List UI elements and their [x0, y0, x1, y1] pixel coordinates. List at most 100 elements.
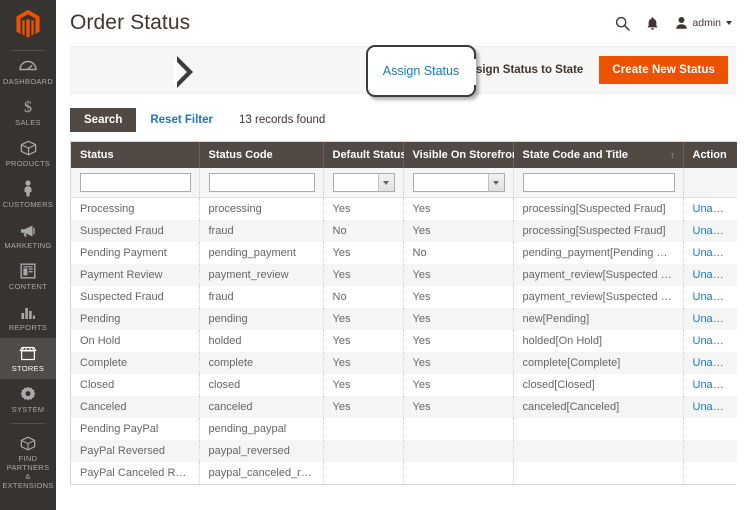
- unassign-link[interactable]: Unassign: [693, 247, 738, 259]
- filter-select-visible-on-storefront[interactable]: [413, 173, 505, 192]
- grid-cell-action: Unassign: [683, 264, 737, 286]
- grid-cell-status: Suspected Fraud: [71, 220, 199, 242]
- unassign-link[interactable]: Unassign: [693, 313, 738, 325]
- grid-header-row: StatusStatus CodeDefault StatusVisible O…: [71, 142, 737, 168]
- user-icon: [675, 16, 688, 30]
- reset-filter-link[interactable]: Reset Filter: [150, 114, 213, 126]
- grid-cell-status-code: pending_payment: [199, 242, 323, 264]
- unassign-link[interactable]: Unassign: [693, 225, 738, 237]
- page-title: Order Status: [70, 11, 190, 35]
- unassign-link[interactable]: Unassign: [693, 379, 738, 391]
- grid-cell-state-code-and-title: [513, 418, 683, 440]
- grid-column-header[interactable]: Status: [71, 142, 199, 168]
- grid-column-header[interactable]: Action: [683, 142, 737, 168]
- bell-icon[interactable]: [646, 16, 659, 31]
- page-header: Order Status admin: [56, 0, 750, 46]
- grid-cell-state-code-and-title: [513, 462, 683, 484]
- main-content: Order Status admin Assign Status Assig: [56, 0, 750, 510]
- sidebar-item-stores[interactable]: STORES: [0, 338, 56, 379]
- grid-column-header[interactable]: State Code and Title↑: [513, 142, 683, 168]
- bar-chart-icon: [20, 303, 36, 320]
- sidebar-item-label: REPORTS: [9, 323, 47, 332]
- grid-cell-visible-on-storefront: No: [403, 242, 513, 264]
- box-icon: [20, 139, 37, 156]
- grid-filter-row: [71, 168, 737, 198]
- admin-menu[interactable]: admin: [675, 16, 732, 30]
- grid-cell-action: Unassign: [683, 286, 737, 308]
- grid-column-label: Visible On Storefront: [413, 149, 523, 161]
- grid-cell-action: Unassign: [683, 330, 737, 352]
- grid-cell-status: Complete: [71, 352, 199, 374]
- grid-filter-cell-action: [683, 168, 737, 198]
- gear-icon: [20, 385, 36, 402]
- grid-cell-state-code-and-title: processing[Suspected Fraud]: [513, 220, 683, 242]
- grid-cell-state-code-and-title: complete[Complete]: [513, 352, 683, 374]
- grid-filter-cell-state-code-and-title: [513, 168, 683, 198]
- magento-logo[interactable]: [0, 0, 56, 44]
- unassign-link[interactable]: Unassign: [693, 203, 738, 215]
- grid-cell-action: [683, 418, 737, 440]
- grid-column-header[interactable]: Visible On Storefront: [403, 142, 513, 168]
- unassign-link[interactable]: Unassign: [693, 335, 738, 347]
- caret-glyph: [493, 181, 499, 185]
- table-row: Pending PayPalpending_paypal: [71, 418, 737, 440]
- grid-cell-default-status: Yes: [323, 242, 403, 264]
- sidebar-item-system[interactable]: SYSTEM: [0, 379, 56, 420]
- grid-cell-default-status: Yes: [323, 352, 403, 374]
- chevron-down-icon[interactable]: [488, 174, 504, 191]
- filter-input-state-code-and-title[interactable]: [523, 173, 675, 192]
- store-icon: [19, 344, 37, 361]
- grid-cell-status: PayPal Reversed: [71, 440, 199, 462]
- grid-cell-action: Unassign: [683, 352, 737, 374]
- unassign-link[interactable]: Unassign: [693, 269, 738, 281]
- grid-cell-visible-on-storefront: [403, 462, 513, 484]
- megaphone-icon: [19, 221, 37, 238]
- grid-column-header[interactable]: Default Status: [323, 142, 403, 168]
- create-new-status-button[interactable]: Create New Status: [599, 56, 728, 84]
- grid-cell-action: Unassign: [683, 374, 737, 396]
- grid-cell-default-status: No: [323, 220, 403, 242]
- filter-input-status-code[interactable]: [209, 173, 315, 192]
- grid-cell-state-code-and-title: payment_review[Suspected Fraud]: [513, 264, 683, 286]
- search-button[interactable]: Search: [70, 108, 136, 132]
- sidebar-item-content[interactable]: CONTENT: [0, 256, 56, 297]
- assign-status-to-state-link[interactable]: Assign Status to State: [461, 64, 583, 76]
- assign-status-callout[interactable]: Assign Status: [366, 45, 476, 97]
- grid-cell-default-status: No: [323, 286, 403, 308]
- grid-cell-default-status: [323, 418, 403, 440]
- sidebar-item-marketing[interactable]: MARKETING: [0, 215, 56, 256]
- filter-input-status[interactable]: [80, 173, 191, 192]
- grid-cell-state-code-and-title: pending_payment[Pending Payment]: [513, 242, 683, 264]
- grid-cell-status-code: holded: [199, 330, 323, 352]
- callout-edge-mask: [472, 59, 476, 85]
- filter-select-default-status[interactable]: [333, 173, 395, 192]
- grid-cell-visible-on-storefront: Yes: [403, 198, 513, 221]
- admin-label: admin: [692, 17, 721, 29]
- grid-cell-state-code-and-title: processing[Suspected Fraud]: [513, 198, 683, 221]
- sidebar-item-reports[interactable]: REPORTS: [0, 297, 56, 338]
- grid-filter-cell-visible-on-storefront: [403, 168, 513, 198]
- sidebar-item-label: DASHBOARD: [3, 77, 53, 86]
- grid-column-header[interactable]: Status Code: [199, 142, 323, 168]
- grid-cell-action: Unassign: [683, 220, 737, 242]
- grid-cell-visible-on-storefront: [403, 418, 513, 440]
- sidebar-item-products[interactable]: PRODUCTS: [0, 133, 56, 174]
- grid-cell-status-code: complete: [199, 352, 323, 374]
- grid-cell-status-code: paypal_reversed: [199, 440, 323, 462]
- grid-cell-action: Unassign: [683, 396, 737, 418]
- grid-cell-status: Closed: [71, 374, 199, 396]
- grid-cell-action: Unassign: [683, 308, 737, 330]
- unassign-link[interactable]: Unassign: [693, 291, 738, 303]
- unassign-link[interactable]: Unassign: [693, 357, 738, 369]
- grid-cell-status-code: fraud: [199, 286, 323, 308]
- sidebar-item-find-partners-extensions[interactable]: FIND PARTNERS & EXTENSIONS: [0, 428, 56, 496]
- chevron-down-icon[interactable]: [378, 174, 394, 191]
- sidebar-item-sales[interactable]: $ SALES: [0, 92, 56, 133]
- grid-cell-state-code-and-title: holded[On Hold]: [513, 330, 683, 352]
- sidebar-item-customers[interactable]: CUSTOMERS: [0, 174, 56, 215]
- unassign-link[interactable]: Unassign: [693, 401, 738, 413]
- sidebar-item-dashboard[interactable]: DASHBOARD: [0, 51, 56, 92]
- search-icon[interactable]: [615, 16, 630, 31]
- grid-cell-default-status: [323, 440, 403, 462]
- dollar-icon: $: [21, 98, 35, 115]
